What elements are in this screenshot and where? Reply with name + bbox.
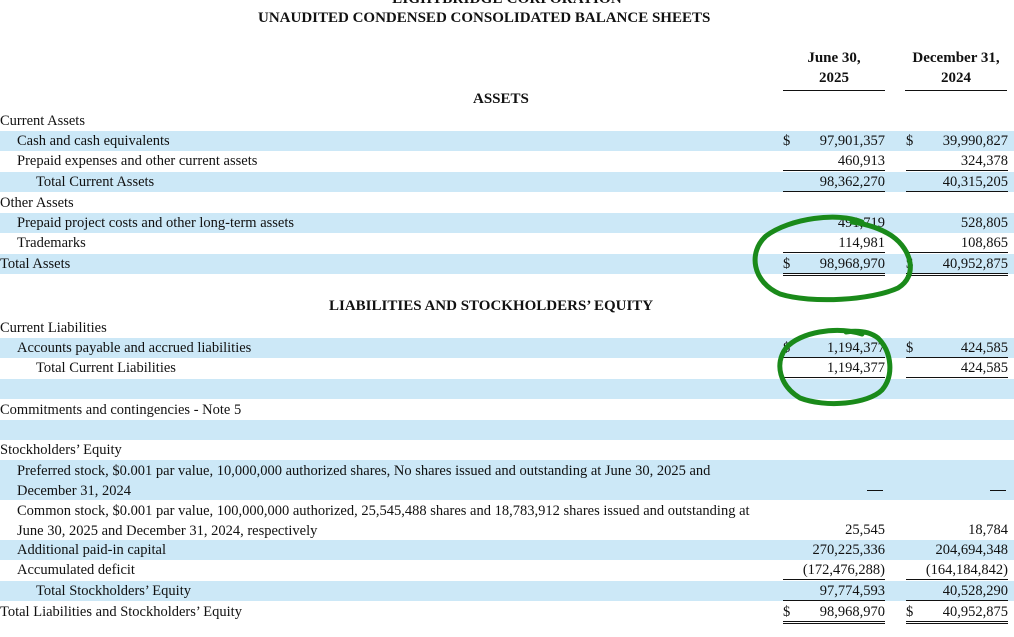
row-label: Commitments and contingencies - Note 5 <box>0 402 242 418</box>
amount-december-2024: 204,694,348 <box>935 542 1009 558</box>
table-row-preferred-stock: Preferred stock, $0.001 par value, 10,00… <box>0 460 1014 500</box>
row-label: Prepaid project costs and other long-ter… <box>17 215 295 231</box>
table-row-prepaid-project: Prepaid project costs and other long-ter… <box>0 213 1014 233</box>
table-row-accounts-payable: Accounts payable and accrued liabilities… <box>0 338 1014 358</box>
table-row-accumulated-deficit: Accumulated deficit (172,476,288) (164,1… <box>0 560 1014 580</box>
row-label: Current Liabilities <box>0 320 107 336</box>
row-label: Preferred stock, $0.001 par value, 10,00… <box>17 463 711 499</box>
amount-december-2024: 424,585 <box>906 339 1008 358</box>
amount-december-2024: 40,952,875 <box>906 255 1008 276</box>
table-row-commitments: Commitments and contingencies - Note 5 <box>0 400 1014 420</box>
company-title: LIGHTBRIDGE CORPORATION <box>0 0 1014 8</box>
nil-dash <box>867 490 883 492</box>
table-row-total-current-assets: Total Current Assets 98,362,270 40,315,2… <box>0 172 1014 192</box>
statement-title: UNAUDITED CONDENSED CONSOLIDATED BALANCE… <box>258 10 711 26</box>
row-label: Trademarks <box>17 235 86 251</box>
table-row-apic: Additional paid-in capital 270,225,336 2… <box>0 540 1014 560</box>
column-header-line1: June 30, <box>807 50 861 66</box>
column-header-line2: 2024 <box>905 68 1007 91</box>
table-row-total-liabilities-equity: Total Liabilities and Stockholders’ Equi… <box>0 602 1014 624</box>
row-label: Total Assets <box>0 256 71 272</box>
amount-june-2025: 1,194,377 <box>783 339 885 358</box>
table-row-prepaid: Prepaid expenses and other current asset… <box>0 151 1014 171</box>
amount-june-2025: (172,476,288) <box>783 561 885 580</box>
amount-december-2024: (164,184,842) <box>906 561 1008 580</box>
amount-december-2024: 40,528,290 <box>906 582 1008 601</box>
table-row-other-assets: Other Assets <box>0 193 1014 213</box>
section-title-assets: ASSETS <box>473 91 529 107</box>
table-row-cash: Cash and cash equivalents $ 97,901,357 $… <box>0 131 1014 151</box>
row-label: Additional paid-in capital <box>17 542 166 558</box>
row-label: Stockholders’ Equity <box>0 442 122 458</box>
column-header-line1: December 31, <box>912 50 1000 66</box>
amount-june-2025: 98,968,970 <box>783 255 885 276</box>
amount-june-2025: 98,362,270 <box>783 173 885 192</box>
amount-december-2024: 424,585 <box>906 359 1008 378</box>
column-header-line2: 2025 <box>783 68 885 91</box>
section-title-liabilities: LIABILITIES AND STOCKHOLDERS’ EQUITY <box>329 298 654 314</box>
amount-december-2024: 108,865 <box>906 234 1008 253</box>
row-label: Prepaid expenses and other current asset… <box>17 153 258 169</box>
row-label: Common stock, $0.001 par value, 100,000,… <box>17 503 750 539</box>
amount-june-2025: 114,981 <box>783 234 885 253</box>
amount-december-2024: 528,805 <box>960 215 1008 231</box>
row-label: Other Assets <box>0 195 74 211</box>
column-header-december-2024: December 31, 2024 <box>905 48 1007 91</box>
row-label: Current Assets <box>0 113 85 129</box>
amount-june-2025: 460,913 <box>783 152 885 171</box>
table-row-total-current-liabilities: Total Current Liabilities 1,194,377 424,… <box>0 358 1014 378</box>
amount-december-2024 <box>906 481 1008 499</box>
nil-dash <box>990 490 1006 492</box>
amount-december-2024: 39,990,827 <box>942 133 1008 149</box>
row-label: Total Current Assets <box>36 174 155 190</box>
amount-june-2025: 97,901,357 <box>819 133 885 149</box>
amount-december-2024: 40,315,205 <box>906 173 1008 192</box>
amount-june-2025: 97,774,593 <box>783 582 885 601</box>
row-label: Total Liabilities and Stockholders’ Equi… <box>0 604 242 620</box>
row-label: Cash and cash equivalents <box>17 133 170 149</box>
amount-june-2025: 491,719 <box>837 215 885 231</box>
amount-june-2025: 1,194,377 <box>783 359 885 378</box>
row-label: Accumulated deficit <box>17 562 135 578</box>
amount-june-2025: 270,225,336 <box>812 542 886 558</box>
table-row-spacer <box>0 379 1014 399</box>
amount-december-2024: 40,952,875 <box>906 603 1008 624</box>
amount-june-2025 <box>783 481 885 499</box>
table-row-total-equity: Total Stockholders’ Equity 97,774,593 40… <box>0 581 1014 601</box>
amount-june-2025: 98,968,970 <box>783 603 885 624</box>
row-label: Total Current Liabilities <box>36 360 176 376</box>
amount-june-2025: 25,545 <box>845 522 885 538</box>
amount-december-2024: 18,784 <box>968 522 1008 538</box>
table-row-common-stock: Common stock, $0.001 par value, 100,000,… <box>0 500 1014 540</box>
table-row-total-assets: Total Assets $ 98,968,970 $ 40,952,875 <box>0 254 1014 276</box>
table-row-current-liabilities: Current Liabilities <box>0 318 1014 338</box>
table-row-trademarks: Trademarks 114,981 108,865 <box>0 233 1014 253</box>
table-row-current-assets: Current Assets <box>0 111 1014 131</box>
column-header-june-2025: June 30, 2025 <box>783 48 885 91</box>
table-row-spacer <box>0 420 1014 440</box>
amount-december-2024: 324,378 <box>906 152 1008 171</box>
table-row-stockholders-equity: Stockholders’ Equity <box>0 440 1014 460</box>
row-label: Total Stockholders’ Equity <box>36 583 191 599</box>
row-label: Accounts payable and accrued liabilities <box>17 340 252 356</box>
